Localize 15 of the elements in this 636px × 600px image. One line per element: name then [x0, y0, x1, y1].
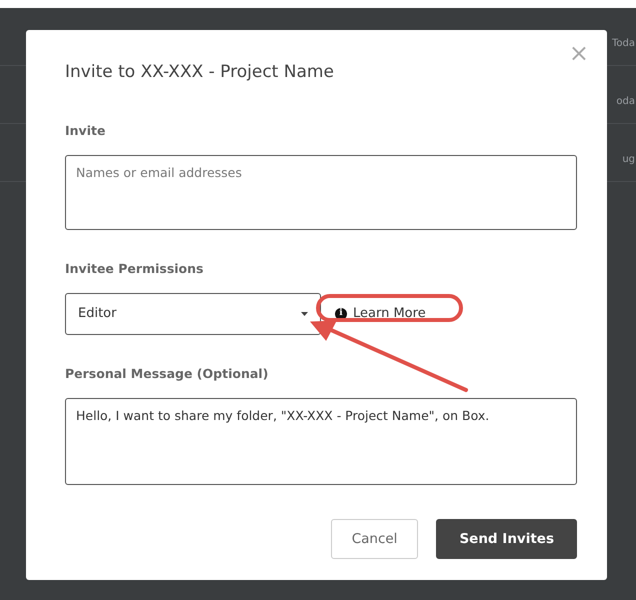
background-text: oda: [616, 95, 635, 109]
info-icon: i: [335, 308, 347, 320]
field-label: Personal Message (Optional): [65, 364, 268, 383]
field-label: Invitee Permissions: [65, 260, 204, 278]
background-text: ug: [622, 153, 635, 167]
cancel-button[interactable]: Cancel: [330, 518, 418, 559]
background-text: Toda: [612, 37, 635, 51]
dialog-title: Invite to XX-XXX - Project Name: [65, 62, 335, 82]
message-field[interactable]: Hello, I want to share my folder, "XX-XXX - Project Name", on Box.: [65, 398, 577, 485]
caret-icon: [301, 312, 308, 316]
field-label: Invite: [65, 122, 106, 140]
permission-select[interactable]: Editor: [65, 292, 321, 335]
invite-field[interactable]: Names or email addresses: [65, 155, 577, 230]
learn-more-link[interactable]: i Learn More: [329, 302, 432, 326]
send-button[interactable]: Send Invites: [436, 518, 577, 559]
